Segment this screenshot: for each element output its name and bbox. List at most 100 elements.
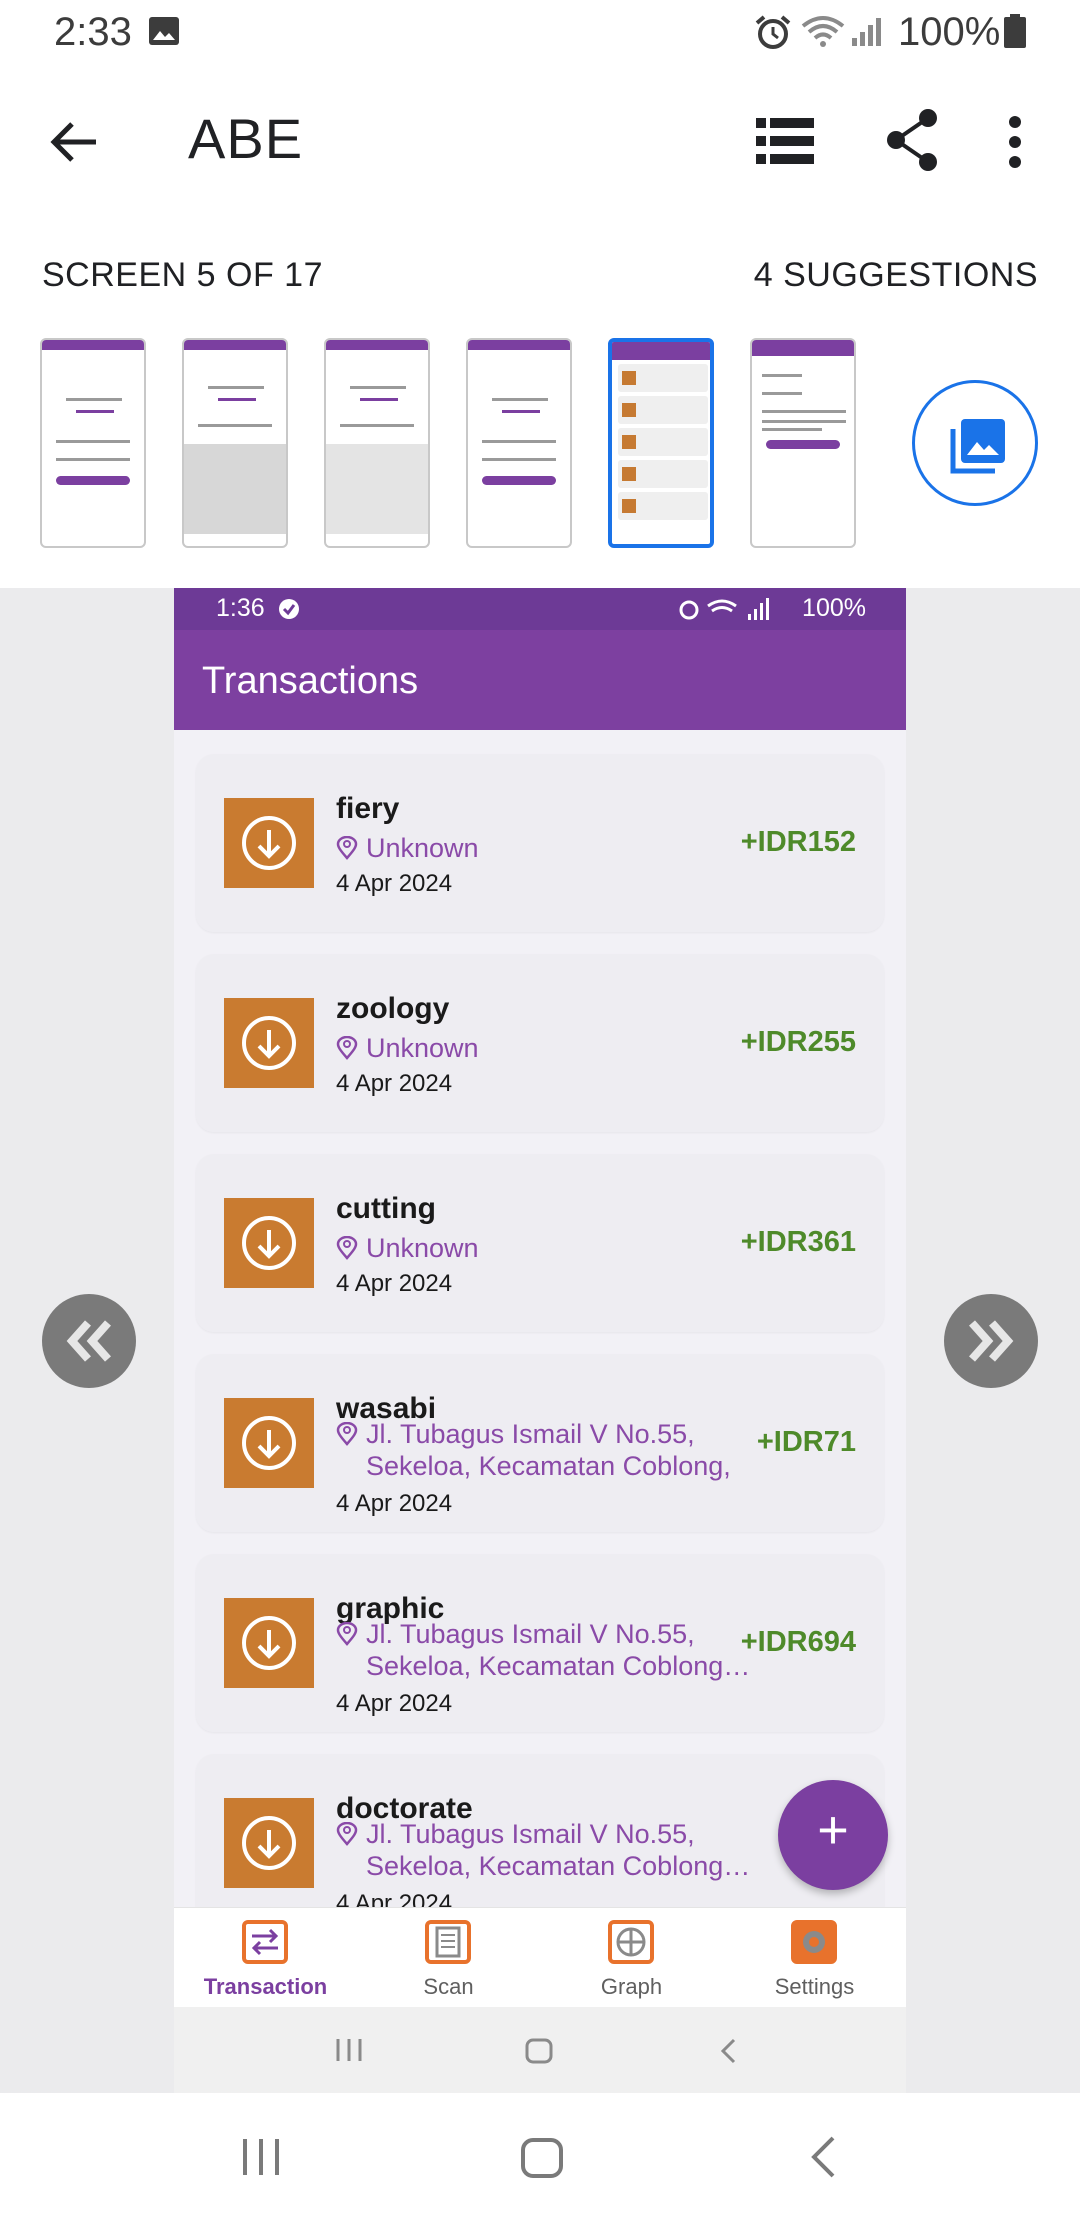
recents-button-icon[interactable] <box>240 2137 282 2177</box>
transaction-location: Jl. Tubagus Ismail V No.55, Sekeloa, Kec… <box>336 1418 752 1482</box>
income-icon <box>224 798 314 888</box>
income-icon <box>224 1398 314 1488</box>
location-pin-icon <box>336 1036 358 1060</box>
back-button-icon[interactable] <box>808 2135 838 2179</box>
transaction-amount: +IDR361 <box>740 1226 856 1258</box>
screen-thumbnail-1[interactable] <box>40 338 146 548</box>
transaction-location: Unknown <box>336 1032 752 1064</box>
add-transaction-fab[interactable]: + <box>778 1780 888 1890</box>
transaction-date: 4 Apr 2024 <box>336 1270 453 1297</box>
location-text: Unknown <box>366 1033 479 1063</box>
arrow-down-circle-icon <box>242 1416 296 1470</box>
transaction-location: Jl. Tubagus Ismail V No.55, Sekeloa, Kec… <box>336 1818 752 1882</box>
transaction-date: 4 Apr 2024 <box>336 1490 453 1517</box>
recents-icon <box>336 2039 362 2061</box>
battery-icon <box>1004 14 1026 48</box>
scan-icon <box>425 1920 471 1964</box>
status-time: 2:33 <box>54 10 132 54</box>
location-text: Unknown <box>366 833 479 863</box>
transaction-date: 4 Apr 2024 <box>336 1070 453 1097</box>
preview-toolbar: Transactions <box>174 630 906 730</box>
home-icon <box>525 2038 553 2064</box>
transaction-card[interactable]: cutting Unknown 4 Apr 2024 +IDR361 <box>196 1154 884 1332</box>
status-bar: 2:33 100% <box>0 0 1080 64</box>
tab-transaction[interactable]: Transaction <box>174 1908 357 2008</box>
transaction-name: cutting <box>336 1192 436 1225</box>
app-bar: ABE <box>0 80 1080 200</box>
screen-thumbnail-3[interactable] <box>324 338 430 548</box>
location-pin-icon <box>336 1822 358 1846</box>
screen-thumbnail-4[interactable] <box>466 338 572 548</box>
tab-graph[interactable]: Graph <box>540 1908 723 2008</box>
location-text: Jl. Tubagus Ismail V No.55, Sekeloa, Kec… <box>366 1619 751 1681</box>
gear-icon <box>791 1920 837 1964</box>
pie-chart-icon <box>608 1920 654 1964</box>
screen-thumbnail-6[interactable] <box>750 338 856 548</box>
back-arrow-icon[interactable] <box>46 114 102 170</box>
preview-status-icons <box>679 598 769 620</box>
preview-status-time: 1:36 <box>216 594 265 622</box>
double-chevron-right-icon <box>969 1320 1014 1362</box>
arrow-down-circle-icon <box>242 816 296 870</box>
preview-system-navigation <box>174 2007 906 2093</box>
back-icon <box>720 2038 736 2064</box>
list-icon[interactable] <box>756 116 814 166</box>
check-circle-icon <box>279 599 299 619</box>
transaction-card[interactable]: zoology Unknown 4 Apr 2024 +IDR255 <box>196 954 884 1132</box>
transaction-location: Unknown <box>336 832 752 864</box>
income-icon <box>224 1198 314 1288</box>
suggestions-count[interactable]: 4 SUGGESTIONS <box>754 256 1038 295</box>
share-icon[interactable] <box>884 108 940 172</box>
transaction-location: Unknown <box>336 1232 752 1264</box>
tab-label: Graph <box>600 1974 663 1999</box>
tab-label: Settings <box>774 1974 855 1999</box>
transaction-icon <box>242 1920 288 1964</box>
image-notification-icon <box>149 17 179 45</box>
transaction-amount: +IDR71 <box>756 1426 856 1458</box>
location-pin-icon <box>336 1422 358 1446</box>
income-icon <box>224 1598 314 1688</box>
tab-settings[interactable]: Settings <box>723 1908 906 2008</box>
screen-thumbnail-2[interactable] <box>182 338 288 548</box>
photo-library-icon <box>950 419 1005 474</box>
location-text: Unknown <box>366 1233 479 1263</box>
location-pin-icon <box>336 1622 358 1646</box>
app-title: ABE <box>188 107 304 170</box>
screenshot-preview: 1:36 100% Transactions fiery Unknown 4 Apr… <box>174 588 906 2093</box>
arrow-down-circle-icon <box>242 1616 296 1670</box>
transaction-card[interactable]: graphic Jl. Tubagus Ismail V No.55, Sekel… <box>196 1554 884 1732</box>
transaction-date: 4 Apr 2024 <box>336 870 453 897</box>
plus-icon: + <box>817 1800 849 1860</box>
transaction-name: fiery <box>336 792 400 825</box>
preview-battery: 100% <box>802 594 866 622</box>
tab-label: Scan <box>423 1974 474 1999</box>
double-chevron-left-icon <box>66 1320 111 1362</box>
home-button-icon[interactable] <box>520 2137 564 2179</box>
transaction-amount: +IDR694 <box>740 1626 856 1658</box>
transaction-card[interactable]: wasabi Jl. Tubagus Ismail V No.55, Sekelo… <box>196 1354 884 1532</box>
transaction-card[interactable]: fiery Unknown 4 Apr 2024 +IDR152 <box>196 754 884 932</box>
transaction-date: 4 Apr 2024 <box>336 1690 453 1717</box>
tab-label: Transaction <box>203 1974 328 1999</box>
add-image-button[interactable] <box>912 380 1038 506</box>
transaction-name: zoology <box>336 992 450 1025</box>
screen-position-label: SCREEN 5 OF 17 <box>42 256 323 294</box>
transaction-amount: +IDR152 <box>740 826 856 858</box>
previous-screen-button[interactable] <box>42 1294 136 1388</box>
location-pin-icon <box>336 836 358 860</box>
transaction-location: Jl. Tubagus Ismail V No.55, Sekeloa, Kec… <box>336 1618 752 1682</box>
more-vert-icon[interactable] <box>1006 114 1024 170</box>
location-text: Jl. Tubagus Ismail V No.55, Sekeloa, Kec… <box>366 1419 731 1481</box>
screen-thumbnail-5-selected[interactable] <box>608 338 714 548</box>
arrow-down-circle-icon <box>242 1216 296 1270</box>
next-screen-button[interactable] <box>944 1294 1038 1388</box>
signal-icon <box>852 18 881 46</box>
arrow-down-circle-icon <box>242 1816 296 1870</box>
transaction-amount: +IDR255 <box>740 1026 856 1058</box>
alarm-icon <box>755 15 791 49</box>
location-text: Jl. Tubagus Ismail V No.55, Sekeloa, Kec… <box>366 1819 751 1881</box>
arrow-down-circle-icon <box>242 1016 296 1070</box>
preview-status-bar: 1:36 100% <box>174 588 906 630</box>
tab-scan[interactable]: Scan <box>357 1908 540 2008</box>
system-navigation-bar <box>0 2093 1080 2220</box>
